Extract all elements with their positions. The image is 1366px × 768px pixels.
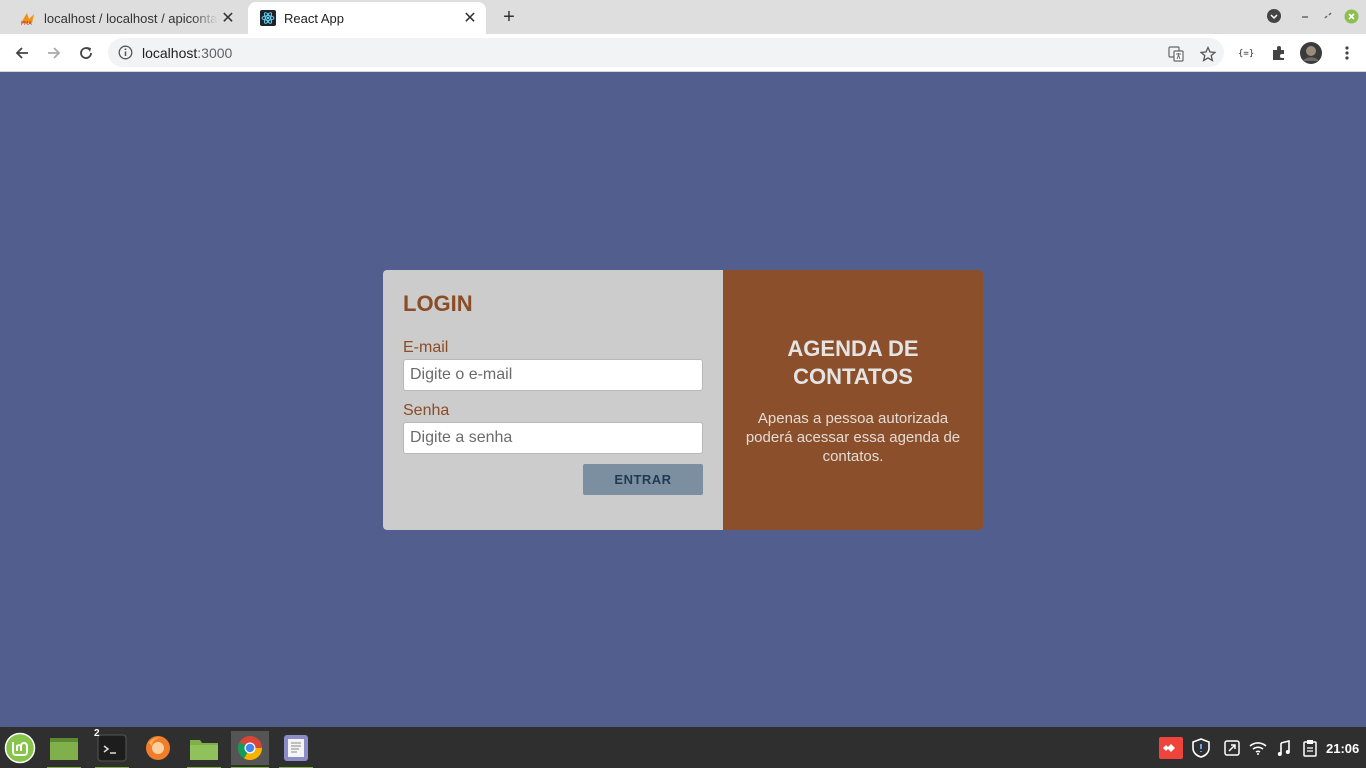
tab-title: localhost / localhost / apicontatos	[44, 10, 218, 26]
menu-icon[interactable]	[3, 731, 37, 765]
browser-toolbar: localhost:3000 {=}	[0, 34, 1366, 72]
tab-title: React App	[284, 10, 344, 26]
close-window-icon[interactable]	[1343, 8, 1359, 24]
chrome-icon[interactable]	[231, 731, 269, 768]
site-info-icon[interactable]	[118, 45, 133, 60]
wifi-icon[interactable]	[1247, 737, 1269, 759]
translate-icon[interactable]	[1167, 45, 1185, 63]
login-title: LOGIN	[403, 291, 473, 316]
update-shield-icon[interactable]	[1190, 737, 1212, 759]
anydesk-icon[interactable]	[1159, 736, 1183, 760]
terminal-icon[interactable]: 2	[94, 728, 129, 768]
window-count-badge: 2	[94, 728, 100, 739]
tab-strip: PMA localhost / localhost / apicontatos …	[0, 0, 1366, 34]
menu-kebab-icon[interactable]	[1336, 42, 1358, 64]
text-editor-icon[interactable]	[279, 731, 313, 768]
url-host: localhost	[142, 45, 198, 61]
svg-text:{=}: {=}	[1238, 49, 1254, 59]
network-manager-icon[interactable]	[1221, 737, 1243, 759]
phpmyadmin-icon: PMA	[20, 10, 36, 26]
tab-react-app[interactable]: React App ✕	[248, 2, 486, 34]
address-bar[interactable]: localhost:3000	[108, 38, 1224, 67]
info-title: AGENDA DE CONTATOS	[787, 335, 919, 389]
taskbar: 2 21:06	[0, 727, 1366, 768]
firefox-icon[interactable]	[141, 731, 175, 765]
restore-icon[interactable]	[1321, 8, 1335, 24]
extensions-puzzle-icon[interactable]	[1268, 42, 1290, 64]
files-icon[interactable]	[187, 731, 221, 768]
forward-icon[interactable]	[42, 41, 66, 65]
show-desktop-icon[interactable]	[47, 731, 81, 768]
reload-icon[interactable]	[74, 41, 98, 65]
clock[interactable]: 21:06	[1326, 741, 1359, 756]
clipboard-icon[interactable]	[1299, 737, 1321, 759]
login-card: LOGIN E-mail Senha ENTRAR AGENDA DE CONT…	[383, 270, 983, 530]
back-icon[interactable]	[10, 41, 34, 65]
url-port: :3000	[197, 45, 233, 61]
info-panel: AGENDA DE CONTATOS Apenas a pessoa autor…	[723, 270, 983, 530]
password-field[interactable]	[403, 422, 703, 454]
email-field[interactable]	[403, 359, 703, 391]
sound-icon[interactable]	[1273, 737, 1295, 759]
tab-phpmyadmin[interactable]: PMA localhost / localhost / apicontatos …	[8, 2, 244, 34]
new-tab-button[interactable]: +	[498, 6, 520, 28]
email-label: E-mail	[403, 339, 449, 356]
login-panel: LOGIN E-mail Senha ENTRAR	[383, 270, 723, 530]
svg-text:PMA: PMA	[21, 21, 32, 26]
profile-avatar[interactable]	[1299, 41, 1323, 65]
info-description: Apenas a pessoa autorizada poderá acessa…	[745, 409, 961, 465]
password-label: Senha	[403, 402, 450, 419]
url-text: localhost:3000	[142, 45, 232, 61]
tab-search-icon[interactable]	[1266, 8, 1282, 24]
close-icon[interactable]: ✕	[460, 8, 480, 28]
submit-button[interactable]: ENTRAR	[583, 464, 703, 495]
close-icon[interactable]: ✕	[218, 8, 238, 28]
bookmark-star-icon[interactable]	[1199, 45, 1217, 63]
minimize-icon[interactable]	[1298, 8, 1312, 24]
react-icon	[260, 10, 276, 26]
json-viewer-extension-icon[interactable]: {=}	[1236, 42, 1258, 64]
